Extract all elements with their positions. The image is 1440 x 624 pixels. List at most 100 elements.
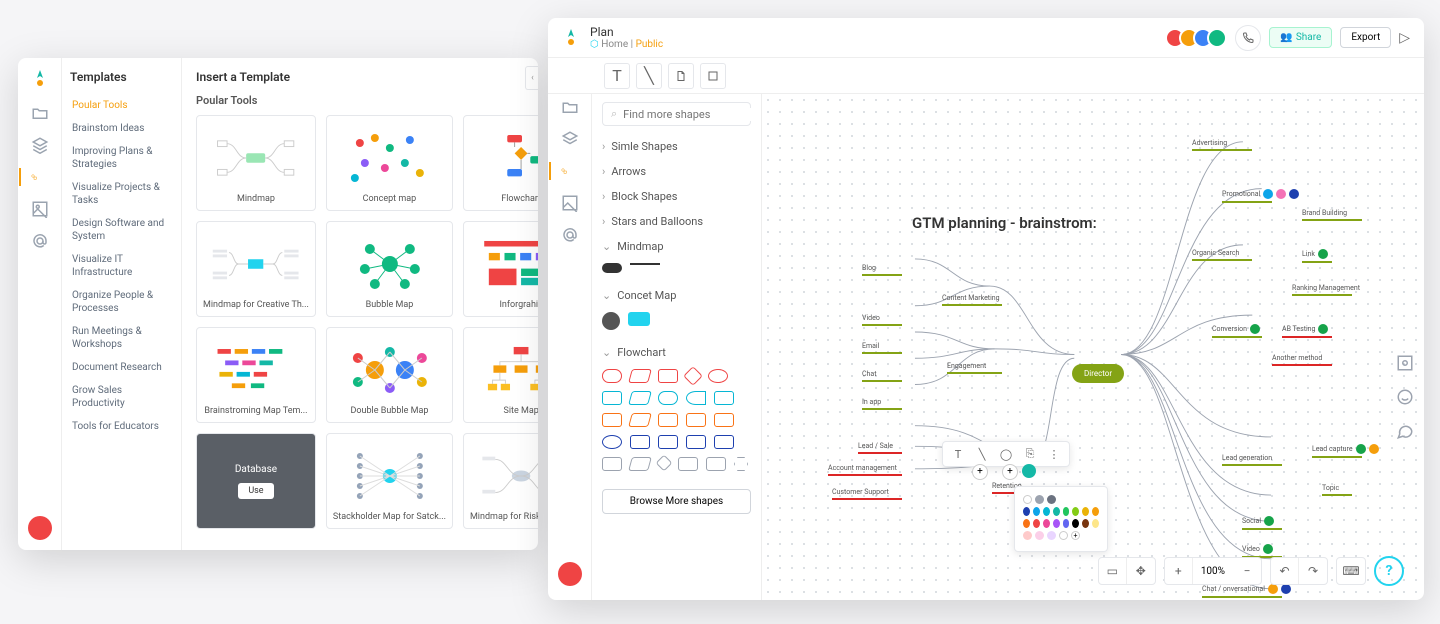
at-icon[interactable]: [31, 232, 49, 250]
template-card[interactable]: Inforgrahic: [463, 221, 538, 317]
category-item[interactable]: Document Research: [70, 356, 173, 379]
category-item[interactable]: Run Meetings & Workshops: [70, 320, 173, 356]
use-button[interactable]: Use: [238, 483, 273, 499]
category-item[interactable]: Visualize IT Infrastructure: [70, 248, 173, 284]
mindmap-branch[interactable]: Another method: [1272, 354, 1332, 366]
mindmap-branch[interactable]: Lead / Sale: [858, 442, 902, 454]
shape-swatch[interactable]: [628, 457, 652, 471]
selected-node-dot[interactable]: [1022, 464, 1036, 478]
shape-search-input[interactable]: [623, 108, 762, 121]
template-card[interactable]: Site Map: [463, 327, 538, 423]
user-avatar[interactable]: [558, 562, 582, 586]
line-tool-icon[interactable]: ╲: [636, 63, 662, 89]
mindmap-branch[interactable]: Social: [1242, 516, 1282, 530]
keyboard-icon[interactable]: ⌨: [1337, 558, 1365, 584]
category-item[interactable]: Organize People & Processes: [70, 284, 173, 320]
layers-icon[interactable]: [561, 130, 579, 148]
shape-swatch[interactable]: [628, 413, 652, 427]
template-card[interactable]: Stackholder Map for Satck...: [326, 433, 453, 529]
text-tool-icon[interactable]: T: [604, 63, 630, 89]
shapes-icon[interactable]: [19, 168, 37, 186]
shape-category[interactable]: Arrows: [602, 159, 751, 184]
shape-swatch[interactable]: [602, 457, 622, 471]
mindmap-branch[interactable]: AB Testing: [1282, 324, 1332, 338]
shape-swatch[interactable]: [628, 369, 652, 383]
image-icon[interactable]: [31, 200, 49, 218]
image-icon[interactable]: [561, 194, 579, 212]
shape-swatch[interactable]: [658, 369, 678, 383]
mindmap-branch[interactable]: Customer Support: [832, 488, 902, 500]
category-item[interactable]: Visualize Projects & Tasks: [70, 176, 173, 212]
category-item[interactable]: Tools for Educators: [70, 415, 173, 438]
user-avatar[interactable]: [28, 516, 52, 540]
shape-category[interactable]: Simle Shapes: [602, 134, 751, 159]
shape-swatch[interactable]: [656, 455, 673, 472]
layers-icon[interactable]: [31, 136, 49, 154]
link-icon[interactable]: ⎘: [1023, 447, 1037, 461]
shape-swatch[interactable]: [714, 391, 734, 405]
shape-swatch[interactable]: [658, 435, 678, 449]
mindmap-branch[interactable]: Content Marketing: [942, 294, 1002, 306]
frame-tool-icon[interactable]: [700, 63, 726, 89]
add-node-button[interactable]: +: [972, 464, 988, 480]
call-icon[interactable]: [1235, 25, 1261, 51]
mindmap-branch[interactable]: Email: [862, 342, 902, 354]
template-card[interactable]: Bubble Map: [326, 221, 453, 317]
shape-swatch[interactable]: [602, 369, 622, 383]
present-icon[interactable]: ▷: [1399, 30, 1410, 46]
mindmap-branch[interactable]: Engagement: [947, 362, 1002, 374]
emoji-icon[interactable]: [1396, 388, 1414, 406]
shape-category[interactable]: Block Shapes: [602, 184, 751, 209]
mindmap-branch[interactable]: Promotional: [1222, 189, 1299, 203]
shape-category[interactable]: Stars and Balloons: [602, 209, 751, 234]
more-icon[interactable]: ⋮: [1047, 447, 1061, 461]
shape-swatch[interactable]: [686, 413, 706, 427]
mindmap-category[interactable]: Mindmap: [602, 234, 751, 259]
help-button[interactable]: ?: [1374, 556, 1404, 586]
browse-more-button[interactable]: Browse More shapes: [602, 489, 751, 514]
shape-swatch[interactable]: [630, 435, 650, 449]
mindmap-branch[interactable]: Topic: [1322, 484, 1352, 496]
concet-category[interactable]: Concet Map: [602, 283, 751, 308]
canvas[interactable]: GTM planning - brainstrom: Director: [762, 94, 1424, 600]
template-card[interactable]: Double Bubble Map: [326, 327, 453, 423]
shape-swatch[interactable]: [678, 457, 698, 471]
at-icon[interactable]: [561, 226, 579, 244]
mindmap-branch[interactable]: Advertising: [1192, 139, 1252, 151]
breadcrumb[interactable]: ⬡ Home | Public: [590, 39, 663, 50]
export-button[interactable]: Export: [1340, 27, 1391, 48]
mindmap-branch[interactable]: Video: [862, 314, 902, 326]
folder-icon[interactable]: [561, 98, 579, 116]
shape-swatch[interactable]: [628, 391, 652, 405]
mindmap-branch[interactable]: Account management: [828, 464, 902, 476]
mindmap-branch[interactable]: Brand Building: [1302, 209, 1362, 221]
comment-icon[interactable]: [1396, 422, 1414, 440]
template-card[interactable]: Flowchart: [463, 115, 538, 211]
template-card[interactable]: Mindmap for Creative Th...: [196, 221, 316, 317]
shape-swatch[interactable]: [734, 457, 748, 471]
page-tool-icon[interactable]: [668, 63, 694, 89]
share-button[interactable]: 👥Share: [1269, 27, 1332, 48]
template-card[interactable]: Mindmap: [196, 115, 316, 211]
shape-search[interactable]: ⌕: [602, 102, 751, 126]
shape-swatch[interactable]: [686, 435, 706, 449]
mindmap-branch[interactable]: Conversion: [1212, 324, 1262, 338]
shape-swatch[interactable]: [658, 413, 678, 427]
shape-swatch[interactable]: [706, 457, 726, 471]
template-card[interactable]: Brainstroming Map Tem...: [196, 327, 316, 423]
template-card[interactable]: Mindmap for Risk Identi...: [463, 433, 538, 529]
mindmap-branch[interactable]: Ranking Management: [1292, 284, 1360, 296]
shape-swatch[interactable]: [714, 413, 734, 427]
folder-icon[interactable]: [31, 104, 49, 122]
collapse-panel-button[interactable]: ‹: [525, 66, 538, 90]
template-card[interactable]: DatabaseUse: [196, 433, 316, 529]
mindmap-branch[interactable]: In app: [862, 398, 902, 410]
template-card[interactable]: Concept map: [326, 115, 453, 211]
shape-swatch[interactable]: [708, 369, 728, 383]
mindmap-branch[interactable]: Organic Search: [1192, 249, 1252, 261]
settings-icon[interactable]: [1396, 354, 1414, 372]
undo-button[interactable]: ↶: [1271, 558, 1299, 584]
mindmap-center-node[interactable]: Director: [1072, 364, 1124, 383]
category-item[interactable]: Grow Sales Productivity: [70, 379, 173, 415]
line-icon[interactable]: ╲: [975, 447, 989, 461]
